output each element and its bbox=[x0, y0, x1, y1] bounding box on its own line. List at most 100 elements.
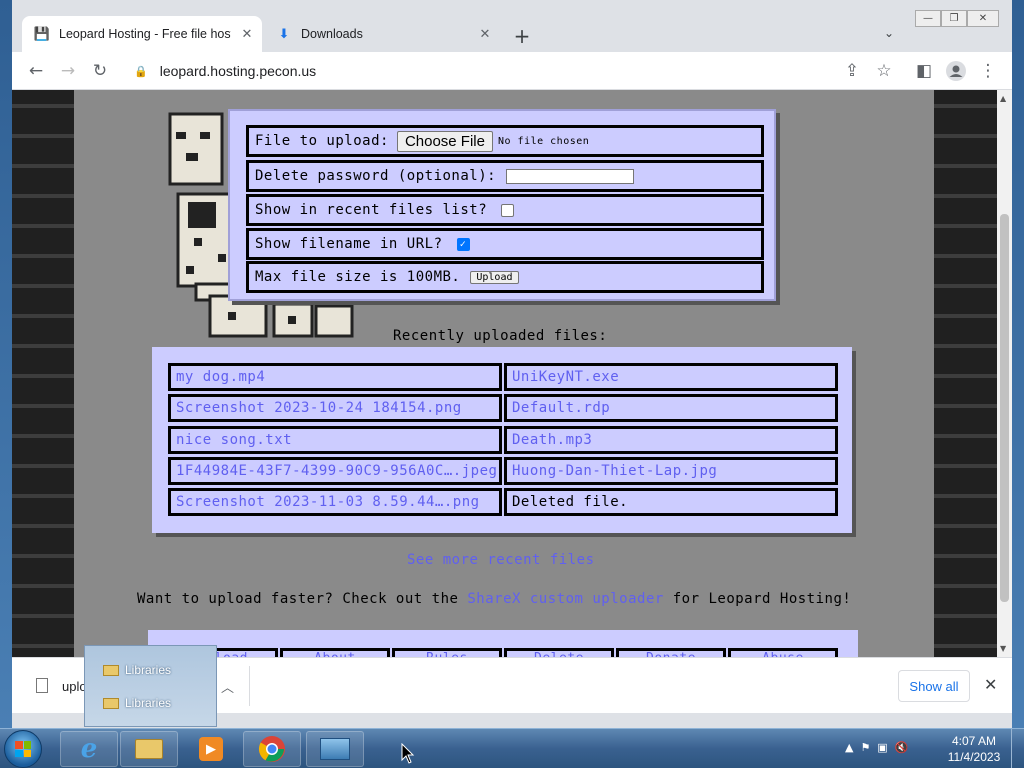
promo-suffix: for Leopard Hosting! bbox=[672, 591, 852, 607]
back-arrow-icon[interactable]: ← bbox=[24, 59, 48, 83]
max-size-text: Max file size is 100MB. bbox=[255, 269, 461, 285]
taskbar-media-player[interactable]: ▶ bbox=[182, 731, 240, 767]
close-tab-icon[interactable]: ✕ bbox=[476, 25, 494, 43]
tab-title: Downloads bbox=[301, 27, 363, 41]
internet-explorer-icon: e bbox=[80, 734, 98, 764]
media-player-icon: ▶ bbox=[199, 737, 223, 761]
recent-file-link[interactable]: UniKeyNT.exe bbox=[504, 363, 838, 391]
lock-icon[interactable]: 🔒 bbox=[134, 65, 148, 78]
close-shelf-icon[interactable]: ✕ bbox=[984, 675, 997, 694]
profile-avatar-icon[interactable] bbox=[944, 59, 968, 83]
recent-files-title: Recently uploaded files: bbox=[393, 328, 608, 344]
url-text[interactable]: leopard.hosting.pecon.us bbox=[160, 63, 316, 79]
page-scrollbar[interactable]: ▲ ▼ bbox=[997, 90, 1012, 657]
taskbar-image-viewer[interactable] bbox=[306, 731, 364, 767]
maximize-button[interactable]: ❐ bbox=[941, 10, 967, 27]
jump-list-label: Libraries bbox=[125, 663, 172, 677]
taskbar-chrome[interactable] bbox=[243, 731, 301, 767]
side-panel-icon[interactable]: ◧ bbox=[912, 59, 936, 83]
shelf-divider bbox=[249, 666, 250, 706]
file-icon bbox=[36, 678, 48, 693]
tab-title: Leopard Hosting - Free file hosting bbox=[59, 27, 231, 41]
recent-file-link[interactable]: Death.mp3 bbox=[504, 426, 838, 454]
filename-url-row: Show filename in URL? ✓ bbox=[246, 228, 764, 260]
desktop-edge-right bbox=[1012, 0, 1024, 728]
forward-arrow-icon[interactable]: → bbox=[56, 59, 80, 83]
file-upload-row: File to upload: Choose File No file chos… bbox=[246, 125, 764, 157]
scroll-down-arrow-icon[interactable]: ▼ bbox=[1000, 644, 1006, 653]
tab-search-chevron-icon[interactable]: ⌄ bbox=[884, 26, 894, 40]
share-icon[interactable]: ⇪ bbox=[840, 59, 864, 83]
decorative-border-right bbox=[934, 90, 997, 657]
tab-leopard-hosting[interactable]: 💾 Leopard Hosting - Free file hosting ✕ bbox=[22, 16, 262, 52]
jump-list-label: Libraries bbox=[125, 696, 172, 710]
reload-icon[interactable]: ↻ bbox=[88, 59, 112, 83]
choose-file-button[interactable]: Choose File bbox=[396, 130, 493, 152]
no-file-text: No file chosen bbox=[497, 135, 590, 147]
start-button[interactable] bbox=[4, 730, 42, 768]
clock-date: 11/4/2023 bbox=[947, 750, 1001, 764]
mouse-cursor-icon bbox=[401, 743, 415, 764]
minimize-button[interactable]: — bbox=[915, 10, 941, 27]
max-size-row: Max file size is 100MB. Upload bbox=[246, 261, 764, 293]
show-filename-checkbox[interactable]: ✓ bbox=[456, 237, 470, 251]
upload-form: File to upload: Choose File No file chos… bbox=[228, 109, 776, 301]
show-desktop-button[interactable] bbox=[1011, 729, 1024, 768]
file-label: File to upload: bbox=[255, 133, 389, 149]
taskbar-internet-explorer[interactable]: e bbox=[60, 731, 118, 767]
recent-file-link[interactable]: Screenshot 2023-10-24 184154.png bbox=[168, 394, 502, 422]
upload-button[interactable]: Upload bbox=[470, 270, 519, 284]
recent-list-label: Show in recent files list? bbox=[255, 202, 488, 218]
address-bar[interactable]: 🔒 leopard.hosting.pecon.us bbox=[124, 57, 892, 85]
recent-file-link[interactable]: my dog.mp4 bbox=[168, 363, 502, 391]
page-favicon-icon: 💾 bbox=[33, 26, 51, 41]
download-icon: ⬇ bbox=[278, 26, 290, 41]
jump-list-item[interactable]: Libraries bbox=[103, 693, 171, 713]
recent-file-link[interactable]: Huong-Dan-Thiet-Lap.jpg bbox=[504, 457, 838, 485]
bookmark-star-icon[interactable]: ☆ bbox=[872, 59, 896, 83]
chrome-icon bbox=[258, 736, 285, 762]
recent-file-link[interactable]: Screenshot 2023-11-03 8.59.44….png bbox=[168, 488, 502, 516]
close-window-button[interactable]: ✕ bbox=[967, 10, 999, 27]
clock-time: 4:07 AM bbox=[951, 734, 997, 748]
see-more-recent-link[interactable]: See more recent files bbox=[407, 552, 595, 568]
chevron-up-icon[interactable]: ︿ bbox=[221, 677, 234, 696]
taskbar: e ▶ ▲ ⚑ ▣ 🔇 4:07 AM 11/4/2023 bbox=[0, 728, 1024, 768]
windows-logo-icon bbox=[15, 741, 31, 757]
sharex-promo-text: Want to upload faster? Check out the Sha… bbox=[137, 591, 851, 607]
taskbar-clock[interactable]: 4:07 AM 11/4/2023 bbox=[944, 733, 1004, 765]
image-viewer-icon bbox=[320, 738, 350, 760]
deleted-file-text: Deleted file. bbox=[504, 488, 838, 516]
bottom-nav: Upload About Rules Delete Donate Abuse bbox=[148, 630, 858, 668]
desktop-edge-left bbox=[0, 0, 12, 728]
recent-file-link[interactable]: nice song.txt bbox=[168, 426, 502, 454]
scroll-thumb[interactable] bbox=[1000, 214, 1009, 602]
password-row: Delete password (optional): bbox=[246, 160, 764, 192]
filename-url-label: Show filename in URL? bbox=[255, 236, 443, 252]
scroll-up-arrow-icon[interactable]: ▲ bbox=[1000, 94, 1006, 103]
folder-icon bbox=[135, 739, 163, 759]
recent-file-link[interactable]: Default.rdp bbox=[504, 394, 838, 422]
close-tab-icon[interactable]: ✕ bbox=[238, 25, 256, 43]
sharex-uploader-link[interactable]: ShareX custom uploader bbox=[467, 591, 663, 607]
jump-list-popup: Libraries Libraries bbox=[84, 645, 217, 727]
tab-downloads[interactable]: ⬇ Downloads ✕ bbox=[264, 16, 500, 52]
delete-password-input[interactable] bbox=[506, 168, 635, 184]
system-tray-icons[interactable]: ▲ ⚑ ▣ 🔇 bbox=[845, 741, 908, 754]
recent-file-link[interactable]: 1F44984E-43F7-4399-90C9-956A0C….jpeg bbox=[168, 457, 502, 485]
kebab-menu-icon[interactable]: ⋮ bbox=[976, 59, 1000, 83]
show-all-button[interactable]: Show all bbox=[898, 670, 970, 702]
recent-files-panel: my dog.mp4 Screenshot 2023-10-24 184154.… bbox=[152, 347, 852, 533]
promo-prefix: Want to upload faster? Check out the bbox=[137, 591, 459, 607]
folder-icon bbox=[103, 664, 119, 676]
show-in-recent-checkbox[interactable] bbox=[501, 203, 515, 217]
taskbar-file-explorer[interactable] bbox=[120, 731, 178, 767]
folder-icon bbox=[103, 697, 119, 709]
jump-list-item[interactable]: Libraries bbox=[103, 660, 171, 680]
download-filename[interactable]: uplo bbox=[62, 679, 87, 694]
decorative-border-left bbox=[12, 90, 74, 657]
browser-toolbar: ← → ↻ 🔒 leopard.hosting.pecon.us ⇪ ☆ ◧ ⋮ bbox=[12, 52, 1012, 90]
recent-list-row: Show in recent files list? bbox=[246, 194, 764, 226]
tab-strip: 💾 Leopard Hosting - Free file hosting ✕ … bbox=[12, 0, 1012, 52]
new-tab-button[interactable]: + bbox=[510, 24, 534, 48]
